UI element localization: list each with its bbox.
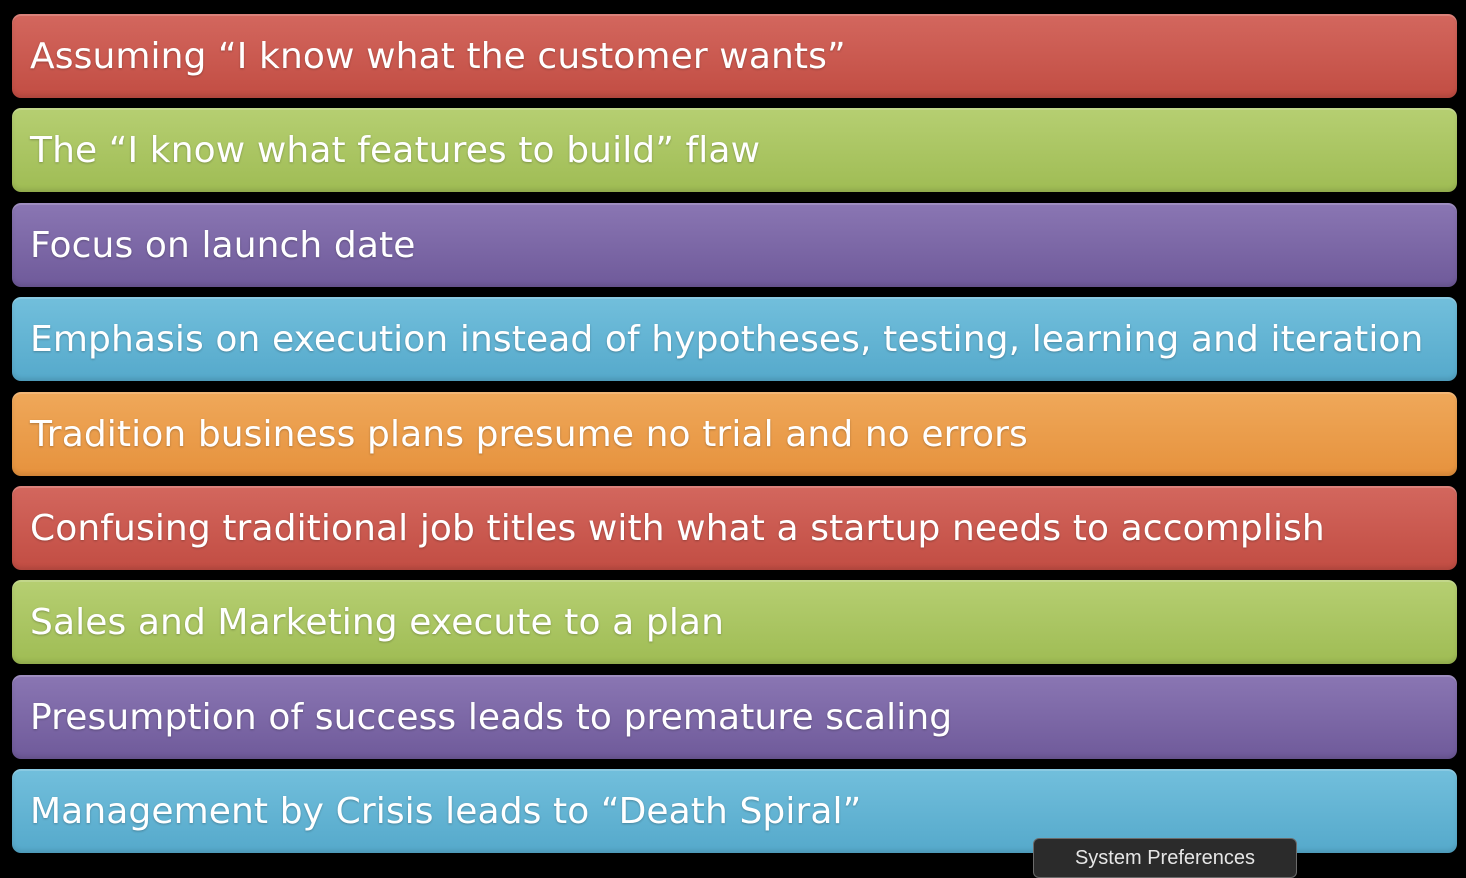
list-item-label: Sales and Marketing execute to a plan [30, 601, 724, 643]
list-item: Tradition business plans presume no tria… [12, 392, 1457, 476]
list-item: Assuming “I know what the customer wants… [12, 14, 1457, 98]
tooltip-label: System Preferences [1074, 847, 1256, 869]
tooltip: System Preferences [1033, 838, 1297, 878]
list-item-label: Focus on launch date [30, 224, 416, 266]
list-item-label: The “I know what features to build” flaw [30, 129, 761, 171]
list-item: Confusing traditional job titles with wh… [12, 486, 1457, 570]
list-item: The “I know what features to build” flaw [12, 108, 1457, 192]
list-item-label: Presumption of success leads to prematur… [30, 696, 953, 738]
list-item: Sales and Marketing execute to a plan [12, 580, 1457, 664]
list-item-label: Management by Crisis leads to “Death Spi… [30, 790, 862, 832]
list-item-label: Assuming “I know what the customer wants… [30, 35, 846, 77]
list-item-label: Confusing traditional job titles with wh… [30, 507, 1325, 549]
list-item-label: Tradition business plans presume no tria… [30, 413, 1028, 455]
list-item: Focus on launch date [12, 203, 1457, 287]
list-item-label: Emphasis on execution instead of hypothe… [30, 318, 1424, 360]
list-item: Presumption of success leads to prematur… [12, 675, 1457, 759]
list-item: Emphasis on execution instead of hypothe… [12, 297, 1457, 381]
